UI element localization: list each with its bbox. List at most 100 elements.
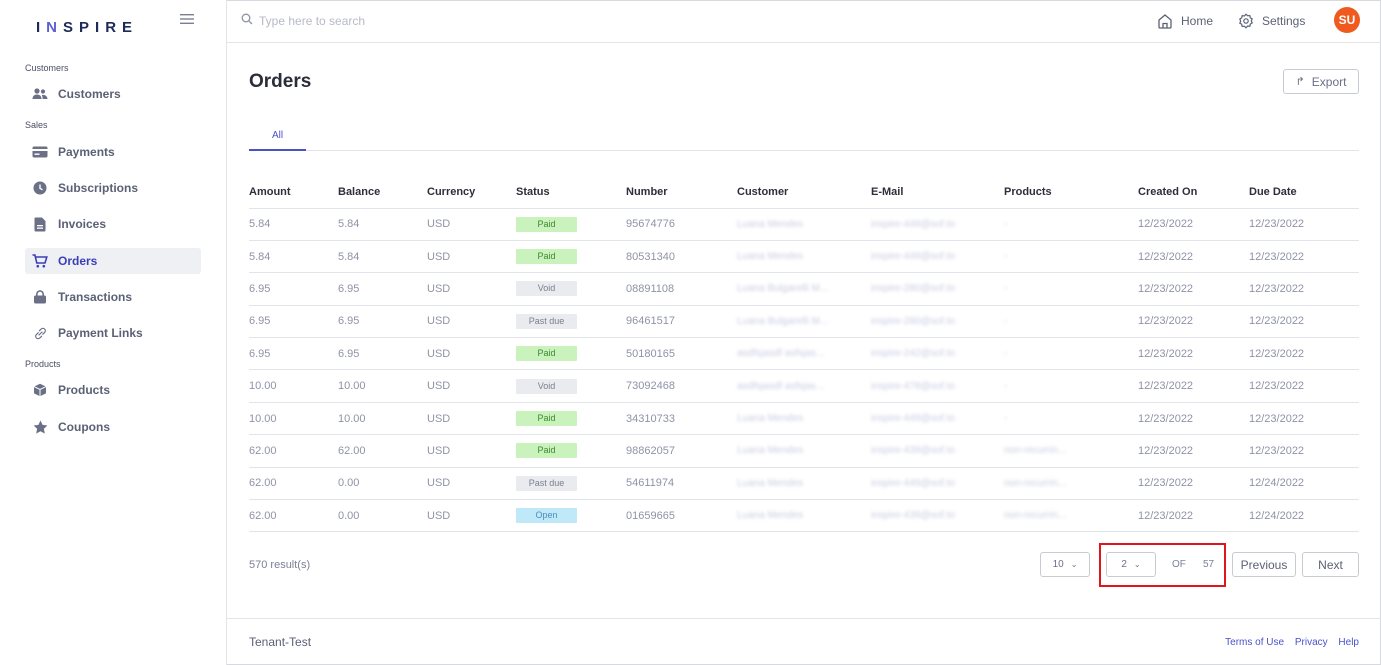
column-header-currency[interactable]: Currency — [427, 186, 516, 209]
cell-amount: 6.95 — [249, 337, 338, 371]
column-header-number[interactable]: Number — [626, 186, 737, 209]
column-header-due-date[interactable]: Due Date — [1249, 186, 1359, 209]
table-row[interactable]: 6.95 6.95 USD Paid 50180165 asdfsjasdf a… — [249, 337, 1359, 371]
cell-email: inspire-449@sof.to — [871, 208, 1004, 241]
user-avatar[interactable]: SU — [1334, 7, 1360, 33]
cell-customer: Luana Mendes — [737, 402, 871, 436]
cell-due-date: 12/24/2022 — [1249, 467, 1359, 501]
footer-links: Terms of Use Privacy Help — [1217, 637, 1359, 648]
cell-amount: 5.84 — [249, 240, 338, 274]
cell-amount: 62.00 — [249, 467, 338, 501]
cell-status: Void — [516, 369, 626, 403]
search-box[interactable] — [241, 13, 519, 28]
sidebar-item-products[interactable]: Products — [25, 377, 201, 403]
cell-currency: USD — [427, 499, 516, 533]
column-header-balance[interactable]: Balance — [338, 186, 427, 209]
sidebar-item-invoices[interactable]: Invoices — [25, 211, 201, 237]
table-row[interactable]: 6.95 6.95 USD Void 08891108 Luana Bulgar… — [249, 272, 1359, 306]
cell-number: 80531340 — [626, 240, 737, 274]
tab-bar: All — [249, 130, 1359, 151]
sidebar-item-transactions[interactable]: Transactions — [25, 284, 201, 310]
column-header-email[interactable]: E-Mail — [871, 186, 1004, 209]
cell-products: - — [1004, 337, 1138, 371]
cell-products: - — [1004, 208, 1138, 241]
cell-due-date: 12/23/2022 — [1249, 240, 1359, 274]
export-button[interactable]: ↱ Export — [1283, 69, 1359, 94]
column-header-created-on[interactable]: Created On — [1138, 186, 1249, 209]
gear-icon — [1238, 13, 1254, 29]
sidebar-item-label: Orders — [58, 254, 98, 268]
privacy-link[interactable]: Privacy — [1295, 637, 1328, 648]
menu-toggle-icon[interactable] — [180, 12, 196, 28]
cell-customer: Luana Mendes — [737, 208, 871, 241]
cell-customer: asdfsjasdf asfsjas... — [737, 337, 871, 371]
sidebar-item-coupons[interactable]: Coupons — [25, 414, 201, 440]
top-bar: Home Settings SU — [227, 0, 1381, 43]
cell-customer: Luana Bulgarelli M... — [737, 272, 871, 306]
status-badge: Paid — [516, 216, 577, 232]
cell-currency: USD — [427, 402, 516, 436]
terms-link[interactable]: Terms of Use — [1225, 637, 1284, 648]
sidebar-item-customers[interactable]: Customers — [25, 81, 201, 107]
sidebar-item-payment-links[interactable]: Payment Links — [25, 320, 201, 346]
settings-link[interactable]: Settings — [1238, 13, 1305, 29]
users-icon — [32, 86, 48, 102]
cell-email: inspire-439@sof.to — [871, 434, 1004, 468]
status-badge: Past due — [516, 475, 577, 491]
cell-due-date: 12/23/2022 — [1249, 337, 1359, 371]
lock-icon — [32, 289, 48, 305]
cell-currency: USD — [427, 305, 516, 339]
cell-email: inspire-449@sof.to — [871, 467, 1004, 501]
search-input[interactable] — [259, 13, 519, 28]
table-row[interactable]: 5.84 5.84 USD Paid 80531340 Luana Mendes… — [249, 240, 1359, 274]
cell-email: inspire-478@sof.to — [871, 369, 1004, 403]
sidebar-item-label: Subscriptions — [58, 181, 139, 195]
table-row[interactable]: 62.00 0.00 USD Open 01659665 Luana Mende… — [249, 499, 1359, 533]
column-header-amount[interactable]: Amount — [249, 186, 338, 209]
previous-button[interactable]: Previous — [1232, 552, 1296, 577]
sidebar-item-orders[interactable]: Orders — [25, 248, 201, 274]
cell-due-date: 12/23/2022 — [1249, 208, 1359, 241]
sidebar-item-payments[interactable]: Payments — [25, 139, 201, 165]
cell-currency: USD — [427, 337, 516, 371]
status-badge: Paid — [516, 411, 577, 427]
table-row[interactable]: 10.00 10.00 USD Paid 34310733 Luana Mend… — [249, 402, 1359, 436]
home-link[interactable]: Home — [1157, 13, 1213, 29]
cell-email: inspire-439@sof.to — [871, 499, 1004, 533]
file-icon — [32, 216, 48, 232]
column-header-customer[interactable]: Customer — [737, 186, 871, 209]
status-badge: Paid — [516, 249, 577, 265]
credit-card-icon — [32, 144, 48, 160]
help-link[interactable]: Help — [1338, 637, 1359, 648]
column-header-status[interactable]: Status — [516, 186, 626, 209]
cell-amount: 6.95 — [249, 272, 338, 306]
cell-products: - — [1004, 369, 1138, 403]
cell-currency: USD — [427, 434, 516, 468]
cell-products: - — [1004, 272, 1138, 306]
page-size-select[interactable]: 10 ⌄ — [1040, 552, 1090, 577]
table-row[interactable]: 6.95 6.95 USD Past due 96461517 Luana Bu… — [249, 305, 1359, 339]
sidebar-item-label: Customers — [58, 87, 121, 101]
cell-created-on: 12/23/2022 — [1138, 467, 1249, 501]
cell-amount: 62.00 — [249, 434, 338, 468]
page-number-select[interactable]: 2 ⌄ — [1106, 552, 1156, 577]
cell-number: 08891108 — [626, 272, 737, 306]
table-row[interactable]: 5.84 5.84 USD Paid 95674776 Luana Mendes… — [249, 208, 1359, 241]
status-badge: Past due — [516, 313, 577, 329]
cell-currency: USD — [427, 467, 516, 501]
cell-number: 01659665 — [626, 499, 737, 533]
sidebar-item-subscriptions[interactable]: Subscriptions — [25, 175, 201, 201]
cell-amount: 10.00 — [249, 402, 338, 436]
app-logo[interactable]: INSPIRE — [36, 19, 138, 36]
tab-all[interactable]: All — [249, 130, 306, 151]
table-row[interactable]: 10.00 10.00 USD Void 73092468 asdfsjasdf… — [249, 369, 1359, 403]
table-row[interactable]: 62.00 62.00 USD Paid 98862057 Luana Mend… — [249, 434, 1359, 468]
settings-label: Settings — [1262, 14, 1306, 28]
cell-balance: 5.84 — [338, 240, 427, 274]
page-size-value: 10 — [1052, 559, 1064, 570]
cell-created-on: 12/23/2022 — [1138, 305, 1249, 339]
footer: Tenant-Test Terms of Use Privacy Help — [227, 618, 1381, 665]
table-row[interactable]: 62.00 0.00 USD Past due 54611974 Luana M… — [249, 467, 1359, 501]
next-button[interactable]: Next — [1302, 552, 1359, 577]
column-header-products[interactable]: Products — [1004, 186, 1138, 209]
